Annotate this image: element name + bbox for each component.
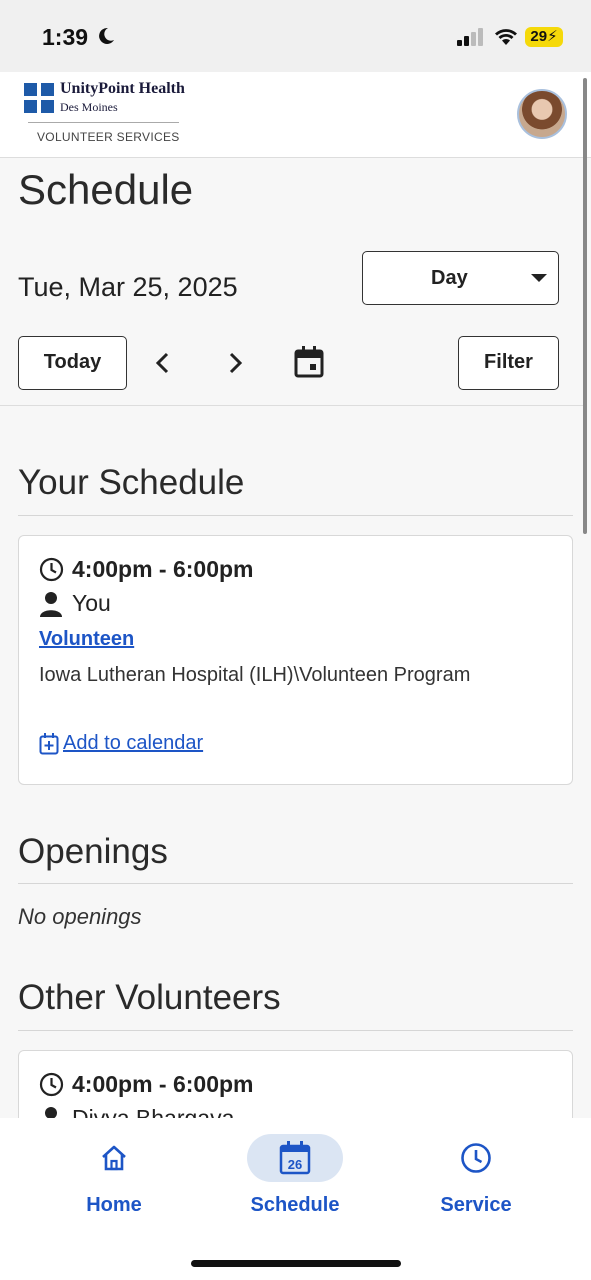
moon-icon: [99, 27, 114, 44]
home-indicator[interactable]: [191, 1260, 401, 1267]
no-openings-text: No openings: [18, 904, 142, 929]
nav-service[interactable]: Service: [411, 1134, 541, 1217]
shift-card: 4:00pm - 6:00pm You Volunteen Iowa Luthe…: [18, 535, 573, 785]
org-department: VOLUNTEER SERVICES: [37, 130, 180, 144]
nav-service-label: Service: [440, 1194, 512, 1216]
clock-icon: [39, 1072, 64, 1097]
view-select[interactable]: Day: [362, 251, 559, 305]
other-volunteers-heading: Other Volunteers: [18, 978, 281, 1017]
shift-time: 4:00pm - 6:00pm: [72, 1071, 254, 1097]
app-header: UnityPoint Health Des Moines VOLUNTEER S…: [0, 72, 591, 158]
add-to-calendar-label: Add to calendar: [63, 732, 204, 754]
divider: [0, 405, 583, 406]
nav-schedule-pill: 26: [247, 1134, 343, 1182]
current-date: Tue, Mar 25, 2025: [18, 272, 238, 302]
filter-button[interactable]: Filter: [458, 336, 559, 390]
shift-person-row: You: [39, 590, 111, 617]
volunteer-shift-card: 4:00pm - 6:00pm Divya Bhargava: [18, 1050, 573, 1118]
volunteer-name: Divya Bhargava: [72, 1105, 235, 1118]
calendar-picker-icon[interactable]: [294, 346, 324, 378]
shift-time-row: 4:00pm - 6:00pm: [39, 1071, 254, 1098]
home-icon: [102, 1145, 126, 1171]
battery-indicator: 29⚡: [525, 27, 563, 47]
caret-down-icon: [531, 274, 547, 282]
divider: [18, 1030, 573, 1031]
view-select-value: Day: [431, 267, 468, 289]
status-bar: 1:39 29⚡: [0, 0, 591, 72]
add-to-calendar-link[interactable]: Add to calendar: [39, 732, 203, 755]
divider: [18, 883, 573, 884]
chevron-right-icon[interactable]: [224, 350, 246, 376]
today-button[interactable]: Today: [18, 336, 127, 390]
shift-time-row: 4:00pm - 6:00pm: [39, 556, 254, 583]
shift-person-row: Divya Bhargava: [39, 1105, 234, 1118]
nav-service-pill: [428, 1134, 524, 1182]
your-schedule-heading: Your Schedule: [18, 463, 245, 502]
status-time: 1:39: [42, 24, 89, 50]
wifi-icon: [495, 29, 517, 45]
calendar-icon: 26: [279, 1141, 311, 1175]
signal-icon: [457, 28, 483, 46]
clock-icon: [461, 1143, 491, 1173]
clock-icon: [39, 557, 64, 582]
chevron-left-icon[interactable]: [152, 350, 174, 376]
calendar-badge: 26: [288, 1157, 302, 1172]
org-name: UnityPoint Health: [60, 80, 185, 97]
page-title: Schedule: [18, 166, 194, 213]
bottom-nav: Home 26 Schedule Service: [0, 1118, 591, 1280]
calendar-add-icon: [39, 732, 59, 754]
unitypoint-logo-icon: [24, 83, 54, 113]
person-icon: [40, 591, 62, 617]
main-content: Schedule Tue, Mar 25, 2025 Day Today Fil…: [0, 158, 591, 1118]
battery-level: 29: [530, 28, 548, 45]
role-link[interactable]: Volunteen: [39, 628, 134, 651]
openings-heading: Openings: [18, 832, 168, 871]
nav-home-label: Home: [86, 1194, 142, 1216]
shift-location: Iowa Lutheran Hospital (ILH)\Volunteen P…: [39, 664, 471, 686]
nav-schedule[interactable]: 26 Schedule: [230, 1134, 360, 1217]
logo-divider: [28, 122, 179, 123]
nav-home[interactable]: Home: [49, 1134, 179, 1217]
nav-home-pill: [66, 1134, 162, 1182]
shift-time: 4:00pm - 6:00pm: [72, 556, 254, 582]
person-icon: [45, 1106, 57, 1118]
shift-person: You: [72, 590, 111, 616]
avatar[interactable]: [517, 89, 567, 139]
divider: [18, 515, 573, 516]
nav-schedule-label: Schedule: [250, 1194, 340, 1216]
org-location: Des Moines: [60, 100, 118, 114]
